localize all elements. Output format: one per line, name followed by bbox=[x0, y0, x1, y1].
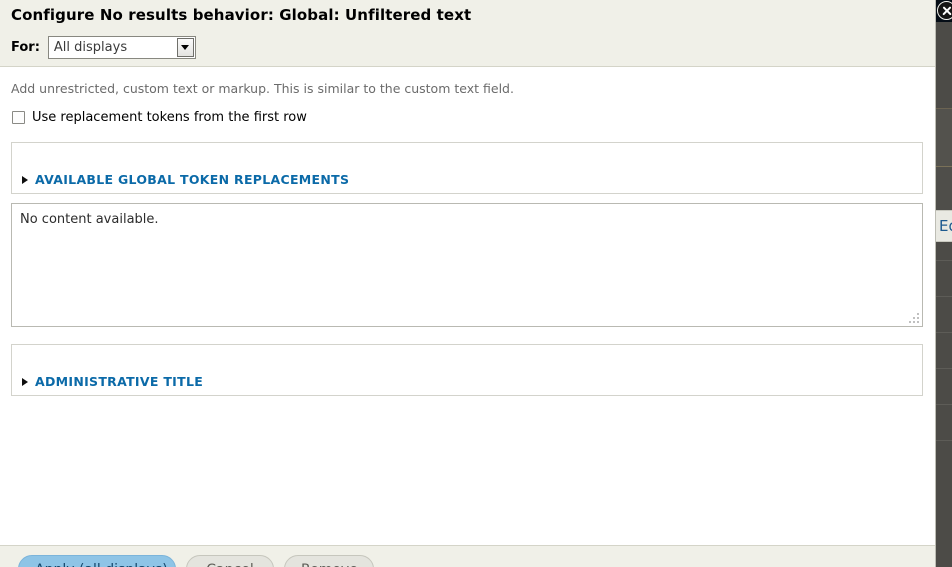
background-rail-band-2 bbox=[936, 166, 952, 211]
content-textarea-wrap bbox=[11, 203, 923, 327]
background-rail-divider-1 bbox=[936, 260, 952, 261]
replacement-tokens-row: Use replacement tokens from the first ro… bbox=[11, 110, 307, 125]
fieldset-global-token-legend[interactable]: Available global token replacements bbox=[22, 172, 349, 187]
dialog-footer: Apply (all displays) Cancel Remove bbox=[0, 545, 935, 567]
form-description: Add unrestricted, custom text or markup.… bbox=[11, 81, 514, 96]
display-selector-row: For: All displays bbox=[11, 36, 196, 59]
fieldset-global-token-legend-label: Available global token replacements bbox=[35, 172, 350, 187]
background-rail-band-1 bbox=[936, 108, 952, 166]
background-rail-divider-6 bbox=[936, 440, 952, 441]
configure-dialog: Configure No results behavior: Global: U… bbox=[0, 0, 936, 567]
replacement-tokens-label[interactable]: Use replacement tokens from the first ro… bbox=[32, 110, 307, 125]
fieldset-global-token-replacements[interactable]: Available global token replacements bbox=[11, 142, 923, 194]
triangle-right-icon bbox=[22, 175, 28, 184]
replacement-tokens-checkbox[interactable] bbox=[12, 111, 25, 124]
background-rail-divider-2 bbox=[936, 296, 952, 297]
background-rail-divider-3 bbox=[936, 332, 952, 333]
background-rail-divider-4 bbox=[936, 368, 952, 369]
fieldset-administrative-title-legend[interactable]: Administrative title bbox=[22, 374, 203, 389]
background-edit-link-strip[interactable]: Ed bbox=[936, 210, 952, 242]
cancel-button[interactable]: Cancel bbox=[186, 555, 274, 567]
close-icon[interactable] bbox=[937, 1, 952, 20]
remove-button[interactable]: Remove bbox=[284, 555, 374, 567]
display-select[interactable]: All displays bbox=[47, 36, 196, 59]
background-edit-link-label: Ed bbox=[939, 217, 952, 235]
display-select-wrap: All displays bbox=[47, 36, 196, 59]
triangle-right-icon bbox=[22, 377, 28, 386]
background-rail bbox=[936, 22, 952, 567]
background-rail-divider-5 bbox=[936, 404, 952, 405]
content-textarea[interactable] bbox=[11, 203, 923, 327]
dialog-title: Configure No results behavior: Global: U… bbox=[11, 6, 472, 24]
fieldset-administrative-title[interactable]: Administrative title bbox=[11, 344, 923, 396]
apply-all-displays-button[interactable]: Apply (all displays) bbox=[18, 555, 176, 567]
fieldset-administrative-title-legend-label: Administrative title bbox=[35, 374, 204, 389]
dialog-header: Configure No results behavior: Global: U… bbox=[0, 0, 935, 67]
display-selector-label: For: bbox=[11, 40, 40, 55]
dialog-body: Add unrestricted, custom text or markup.… bbox=[0, 67, 935, 545]
